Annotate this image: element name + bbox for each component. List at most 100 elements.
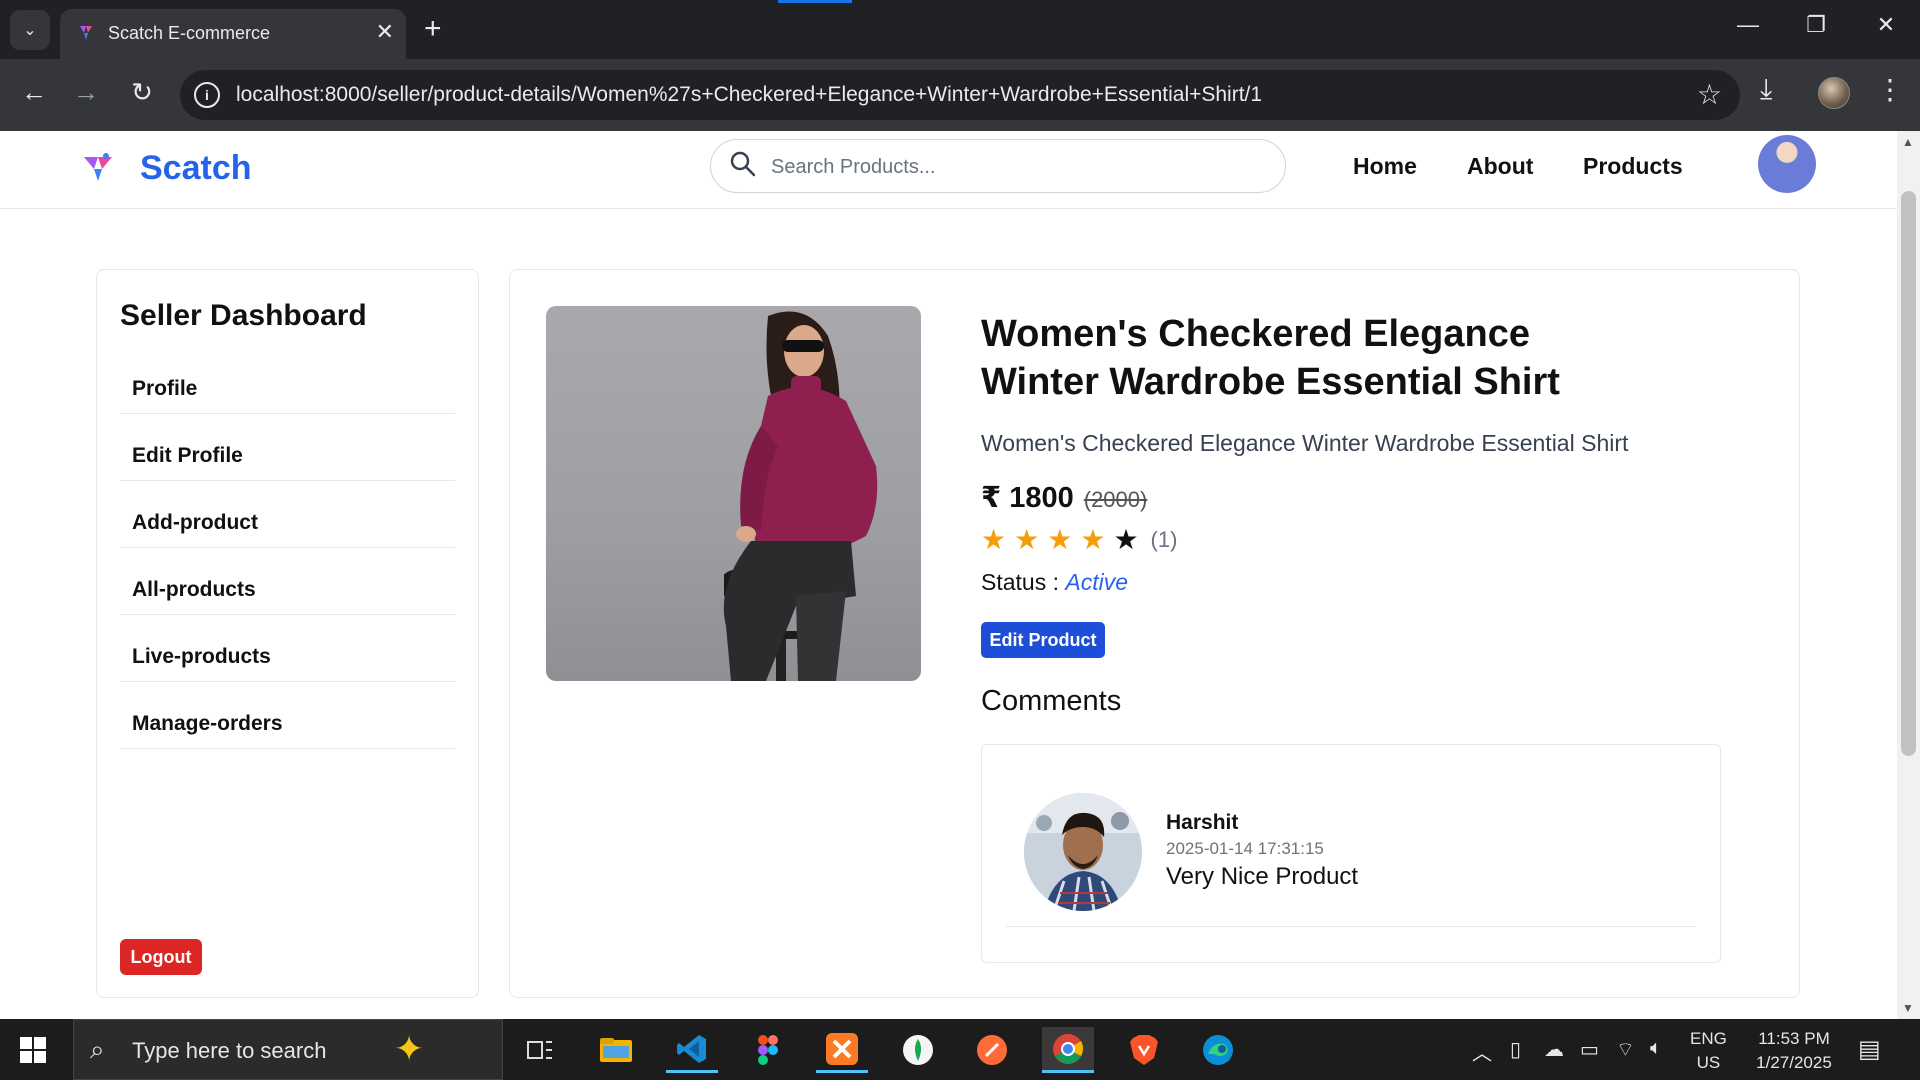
search-icon: ⌕ [90, 1034, 105, 1064]
logout-button[interactable]: Logout [120, 939, 202, 975]
url-text[interactable]: localhost:8000/seller/product-details/Wo… [236, 83, 1262, 107]
product-original-price: (2000) [1083, 487, 1148, 512]
forward-arrow-icon[interactable]: → [68, 77, 104, 108]
taskbar-search-box[interactable]: ⌕ Type here to search ✦ [73, 1019, 503, 1080]
language-indicator[interactable]: ENG US [1690, 1027, 1727, 1075]
tab-close-icon[interactable]: ✕ [376, 19, 394, 45]
page-scrollbar[interactable]: ▲ ▼ [1897, 131, 1920, 1019]
figma-icon[interactable] [742, 1027, 794, 1073]
scatch-favicon-icon [80, 26, 92, 40]
search-input[interactable]: Search Products... [771, 156, 936, 179]
star-icon: ★ [1080, 524, 1106, 555]
commenter-avatar [1024, 793, 1142, 911]
windows-taskbar: ⌕ Type here to search ✦ ︿ ▯ ☁ ▭ ⌔ 🔈︎ ENG… [0, 1019, 1920, 1080]
tab-title: Scatch E-commerce [108, 23, 271, 43]
tab-search-chevron-icon[interactable]: ⌄ [10, 10, 50, 50]
edge-icon[interactable] [1192, 1027, 1244, 1073]
restore-icon[interactable]: ❐ [1796, 12, 1836, 38]
window-close-icon[interactable]: ✕ [1866, 12, 1906, 38]
comment-item: Harshit 2025-01-14 17:31:15 Very Nice Pr… [1006, 773, 1696, 927]
browser-tab-active[interactable]: Scatch E-commerce ✕ [60, 9, 406, 59]
wifi-icon[interactable]: ⌔ [1616, 1037, 1635, 1062]
comments-heading: Comments [981, 685, 1122, 717]
comments-box: Harshit 2025-01-14 17:31:15 Very Nice Pr… [981, 744, 1721, 963]
tray-chevron-up-icon[interactable]: ︿ [1472, 1037, 1492, 1066]
bookmark-star-icon[interactable]: ☆ [1697, 78, 1722, 111]
battery-icon[interactable]: ▭ [1580, 1037, 1599, 1062]
nav-link-about[interactable]: About [1467, 153, 1533, 180]
minimize-icon[interactable]: — [1728, 12, 1768, 38]
browser-profile-avatar[interactable] [1818, 77, 1850, 109]
rating-row: ★ ★ ★ ★ ★ (1) [981, 526, 1177, 554]
comment-timestamp: 2025-01-14 17:31:15 [1166, 839, 1324, 858]
taskbar-search-input[interactable]: Type here to search [132, 1038, 326, 1064]
windows-start-icon[interactable] [20, 1037, 46, 1063]
product-details-card: Women's Checkered Elegance Winter Wardro… [509, 269, 1800, 998]
browser-toolbar: ← → ↻ i localhost:8000/seller/product-de… [0, 59, 1920, 131]
sidebar-item-manage-orders[interactable]: Manage-orders [120, 682, 455, 749]
chrome-icon[interactable] [1042, 1027, 1094, 1073]
sidebar-item-live-products[interactable]: Live-products [120, 615, 455, 682]
vscode-icon[interactable] [666, 1027, 718, 1073]
site-navbar: Scatch Search Products... Home About Pro… [0, 131, 1897, 209]
sidebar-item-edit-profile[interactable]: Edit Profile [120, 414, 455, 481]
status-label: Status : [981, 569, 1059, 595]
rating-count: (1) [1150, 527, 1178, 552]
back-arrow-icon[interactable]: ← [16, 77, 52, 108]
sidebar-item-label: Edit Profile [132, 444, 243, 467]
tray-device-icon[interactable]: ▯ [1510, 1037, 1521, 1062]
search-icon [730, 151, 756, 177]
seller-sidebar: Seller Dashboard Profile Edit Profile Ad… [96, 269, 479, 998]
browser-tab-bar: ⌄ Scatch E-commerce ✕ + — ❐ ✕ [0, 0, 1920, 59]
volume-icon[interactable]: 🔈︎ [1650, 1037, 1662, 1060]
browser-menu-icon[interactable]: ⋮ [1876, 73, 1904, 106]
language-code: ENG [1690, 1029, 1727, 1048]
sidebar-item-label: Profile [132, 377, 198, 400]
mongodb-compass-icon[interactable] [892, 1027, 944, 1073]
brave-icon[interactable] [1118, 1027, 1170, 1073]
copilot-sparkle-icon[interactable]: ✦ [394, 1028, 424, 1070]
status-value: Active [1065, 569, 1129, 595]
edit-product-button[interactable]: Edit Product [981, 622, 1105, 658]
product-search-box[interactable]: Search Products... [710, 139, 1286, 193]
comment-username: Harshit [1166, 811, 1239, 834]
product-image [546, 306, 921, 681]
region-code: US [1696, 1053, 1721, 1072]
xampp-icon[interactable] [816, 1027, 868, 1073]
clock[interactable]: 11:53 PM 1/27/2025 [1744, 1027, 1844, 1075]
onedrive-cloud-icon[interactable]: ☁ [1544, 1037, 1564, 1062]
sidebar-item-label: Manage-orders [132, 712, 283, 735]
sidebar-item-label: Add-product [132, 511, 258, 534]
brand-name[interactable]: Scatch [140, 149, 252, 188]
clock-time: 11:53 PM [1758, 1029, 1830, 1048]
user-avatar[interactable] [1758, 135, 1816, 193]
address-bar[interactable]: i localhost:8000/seller/product-details/… [180, 70, 1740, 120]
star-icon: ★ [1014, 524, 1040, 555]
nav-link-products[interactable]: Products [1583, 153, 1683, 180]
sidebar-item-add-product[interactable]: Add-product [120, 481, 455, 548]
sidebar-item-profile[interactable]: Profile [120, 347, 455, 414]
comment-text: Very Nice Product [1166, 863, 1359, 890]
scrollbar-thumb[interactable] [1901, 191, 1916, 756]
product-description: Women's Checkered Elegance Winter Wardro… [981, 430, 1629, 456]
product-title: Women's Checkered Elegance Winter Wardro… [981, 313, 1560, 403]
site-info-icon[interactable]: i [194, 82, 220, 108]
scroll-down-arrow-icon[interactable]: ▼ [1902, 1001, 1914, 1015]
new-tab-plus-icon[interactable]: + [424, 12, 442, 46]
nav-link-home[interactable]: Home [1353, 153, 1417, 180]
page-viewport: Scatch Search Products... Home About Pro… [0, 131, 1897, 1019]
scroll-up-arrow-icon[interactable]: ▲ [1902, 135, 1914, 149]
price-row: ₹ 1800 (2000) [981, 480, 1147, 515]
scatch-logo-icon[interactable] [82, 153, 114, 183]
star-icon: ★ [1113, 524, 1139, 555]
sidebar-item-label: All-products [132, 578, 256, 601]
task-view-icon[interactable] [514, 1027, 566, 1073]
product-photo-illustration [723, 311, 878, 681]
download-icon[interactable]: ⤓ [1760, 73, 1772, 106]
notifications-icon[interactable]: ▤ [1858, 1035, 1881, 1064]
reload-icon[interactable]: ↻ [124, 77, 160, 108]
star-icon: ★ [1047, 524, 1073, 555]
file-explorer-icon[interactable] [590, 1027, 642, 1073]
postman-icon[interactable] [966, 1027, 1018, 1073]
sidebar-item-all-products[interactable]: All-products [120, 548, 455, 615]
